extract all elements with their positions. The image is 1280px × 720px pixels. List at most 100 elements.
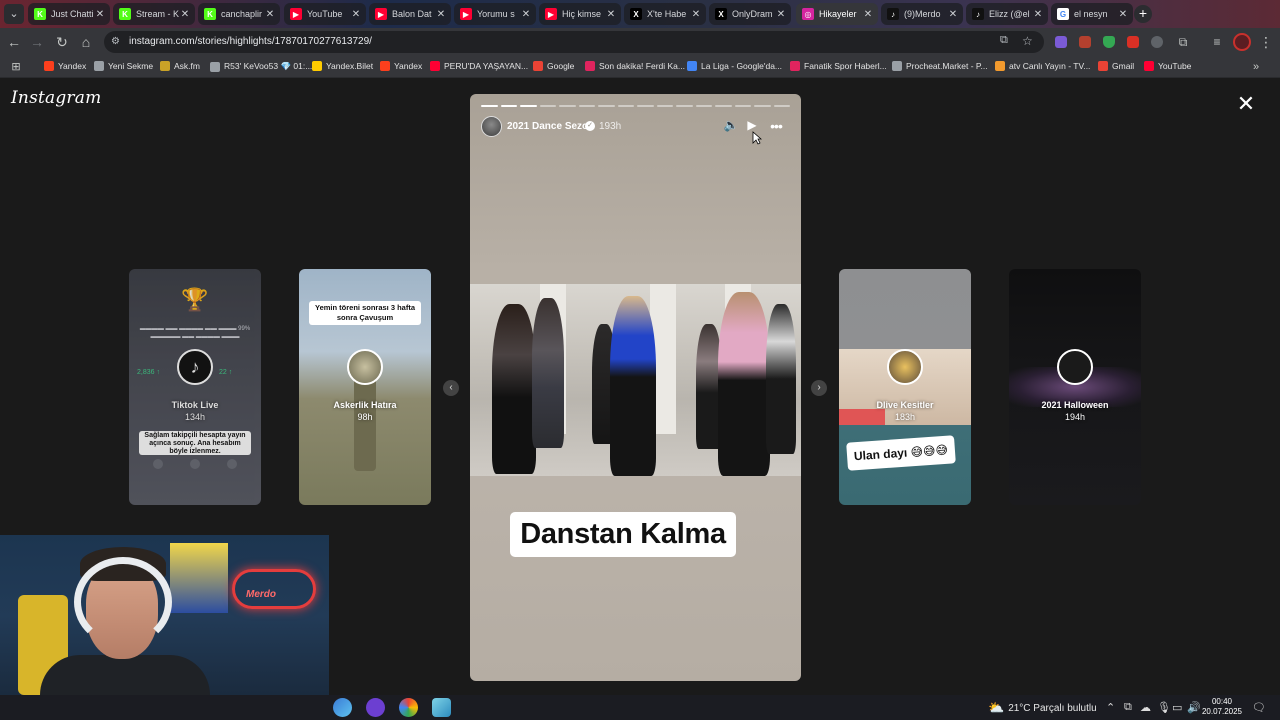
bookmark-item[interactable]: PERU'DA YAŞAYAN... [430,61,528,71]
media-control-icon[interactable]: ≡ [1207,32,1227,52]
highlight-card-askerlik-hatira[interactable]: Yemin töreni sonrası 3 hafta sonra Çavuş… [299,269,431,505]
extension-icon[interactable] [1055,36,1067,48]
highlight-card-tiktok-live[interactable]: 🏆 ▬▬▬▬ ▬▬ ▬▬▬▬ ▬▬ ▬▬▬ 99% ▬▬▬▬▬ ▬▬ ▬▬▬▬ ▬… [129,269,261,505]
bookmark-item[interactable]: Gmail [1098,61,1134,71]
bookmark-item[interactable]: Ask.fm [160,61,200,71]
progress-segment [734,105,751,107]
forward-arrow-icon[interactable]: → [27,32,47,52]
volume-icon[interactable]: 🔊 [1187,701,1201,714]
notifications-icon[interactable]: 🗨 [1252,701,1266,714]
highlight-card-dlive-kesitler[interactable]: Dlive Kesitler 183h Ulan dayı 😅😅😅 [839,269,971,505]
apps-grid-icon[interactable]: ⊞ [6,57,26,77]
tab-close-icon[interactable]: ✕ [520,9,532,20]
play-icon[interactable]: ▶ [743,118,761,132]
tab-close-icon[interactable]: ✕ [775,9,787,20]
tray-icon[interactable]: ⧉ [1124,701,1132,714]
browser-tab[interactable]: ♪ (9)Merdo ✕ [881,3,963,25]
browser-tab[interactable]: K Just Chatti ✕ [28,3,110,25]
previous-story-arrow-icon[interactable]: ‹ [443,380,459,396]
browser-tab[interactable]: ▶ YouTube ✕ [284,3,366,25]
extension-icon[interactable] [1079,36,1091,48]
next-story-arrow-icon[interactable]: › [811,380,827,396]
extension-icon[interactable] [1151,36,1163,48]
tab-close-icon[interactable]: ✕ [1032,9,1044,20]
clock-time: 00:40 [1211,697,1233,706]
extensions-puzzle-icon[interactable]: ⧉ [1173,32,1193,52]
bookmark-item[interactable]: atv Canlı Yayın - TV... [995,61,1090,71]
microphone-icon[interactable]: 🎙 [1157,701,1171,714]
bookmark-favicon-icon [687,61,697,71]
bookmark-item[interactable]: YouTube [1144,61,1191,71]
bookmark-item[interactable]: Yeni Sekme [94,61,153,71]
network-icon[interactable]: ▭ [1172,701,1182,714]
show-hidden-icons-icon[interactable]: ⌃ [1106,701,1115,714]
bookmark-item[interactable]: Yandex [380,61,422,71]
more-options-icon[interactable]: ••• [767,118,785,134]
story-author-avatar[interactable] [481,116,502,137]
tab-close-icon[interactable]: ✕ [605,9,617,20]
tab-close-icon[interactable]: ✕ [1117,9,1129,20]
close-icon[interactable]: ✕ [1236,93,1256,115]
bookmark-item[interactable]: Fanatik Spor Haberl... [790,61,887,71]
more-bookmarks-icon[interactable]: » [1246,57,1266,77]
active-story[interactable]: 2021 Dance Sezon ✓ 193h 🔈 ▶ ••• Danstan … [470,94,801,681]
browser-tab[interactable]: ◎ Hikayeler ✕ [796,3,878,25]
tab-close-icon[interactable]: ✕ [947,9,959,20]
browser-tab[interactable]: Gel nesyn ✕ [1051,3,1133,25]
app-icon[interactable] [432,698,451,717]
install-app-icon[interactable]: ⧉ [1000,34,1008,47]
reload-icon[interactable]: ↻ [52,32,72,52]
browser-tab[interactable]: X OnlyDram ✕ [709,3,791,25]
volume-icon[interactable]: 🔈 [722,118,740,132]
browser-tab[interactable]: X X'te Habe ✕ [624,3,706,25]
app-icon[interactable] [366,698,385,717]
browser-tab[interactable]: Kcanchaplir ✕ [198,3,280,25]
tab-close-icon[interactable]: ✕ [94,9,106,20]
tab-close-icon[interactable]: ✕ [264,9,276,20]
browser-tab[interactable]: ♪ Elizz (@el ✕ [966,3,1048,25]
browser-tab[interactable]: ▶ Balon Dat ✕ [369,3,451,25]
url-text[interactable]: instagram.com/stories/highlights/1787017… [129,36,372,47]
bookmark-favicon-icon [790,61,800,71]
mouse-cursor-icon [752,131,762,145]
tab-close-icon[interactable]: ✕ [179,9,191,20]
bookmark-item[interactable]: Yandex.Bilet [312,61,373,71]
system-clock[interactable]: 00:40 20.07.2025 [1200,697,1244,717]
tab-search-button[interactable]: ⌄ [4,4,24,24]
bookmark-item[interactable]: Yandex [44,61,86,71]
browser-tab[interactable]: ▶ Yorumu s ✕ [454,3,536,25]
profile-avatar[interactable] [1233,33,1251,51]
bookmark-star-icon[interactable]: ☆ [1022,34,1033,48]
new-tab-button[interactable]: + [1134,5,1152,23]
neon-sign-text: Merdo [246,589,276,600]
instagram-logo[interactable]: Instagram [11,88,101,108]
tab-close-icon[interactable]: ✕ [862,9,874,20]
trophy-icon: 🏆 [181,287,209,312]
app-icon[interactable] [333,698,352,717]
home-icon[interactable]: ⌂ [76,32,96,52]
chrome-icon[interactable] [399,698,418,717]
browser-tab[interactable]: ▶ Hiç kimse ✕ [539,3,621,25]
site-info-icon[interactable]: ⚙ [111,36,123,48]
adblock-icon[interactable] [1127,36,1139,48]
bookmark-item[interactable]: Procheat.Market - P... [892,61,988,71]
bookmark-item[interactable]: Google [533,61,574,71]
back-arrow-icon[interactable]: ← [4,32,24,52]
tab-favicon-icon: ♪ [887,8,899,20]
shield-extension-icon[interactable] [1103,36,1115,48]
bookmark-item[interactable]: La Liga - Google'da... [687,61,782,71]
cloud-icon[interactable]: ☁ [1140,701,1151,714]
bookmark-item[interactable]: Son dakika! Ferdi Ka... [585,61,685,71]
story-username[interactable]: 2021 Dance Sezon [507,121,594,132]
highlight-card-2021-halloween[interactable]: 2021 Halloween 194h [1009,269,1141,505]
tab-close-icon[interactable]: ✕ [350,9,362,20]
browser-tab[interactable]: K Stream - K ✕ [113,3,195,25]
bookmark-item[interactable]: R53' KeVoo53 💎 01:... [210,61,312,72]
weather-widget[interactable]: ⛅ 21°C Parçalı bulutlu [988,700,1097,716]
bookmark-favicon-icon [380,61,390,71]
tab-close-icon[interactable]: ✕ [435,9,447,20]
browser-menu-icon[interactable]: ⋮ [1256,32,1276,52]
tab-close-icon[interactable]: ✕ [690,9,702,20]
highlight-title: Tiktok Live [171,400,219,410]
address-bar[interactable]: ⚙ instagram.com/stories/highlights/17870… [104,31,1044,53]
